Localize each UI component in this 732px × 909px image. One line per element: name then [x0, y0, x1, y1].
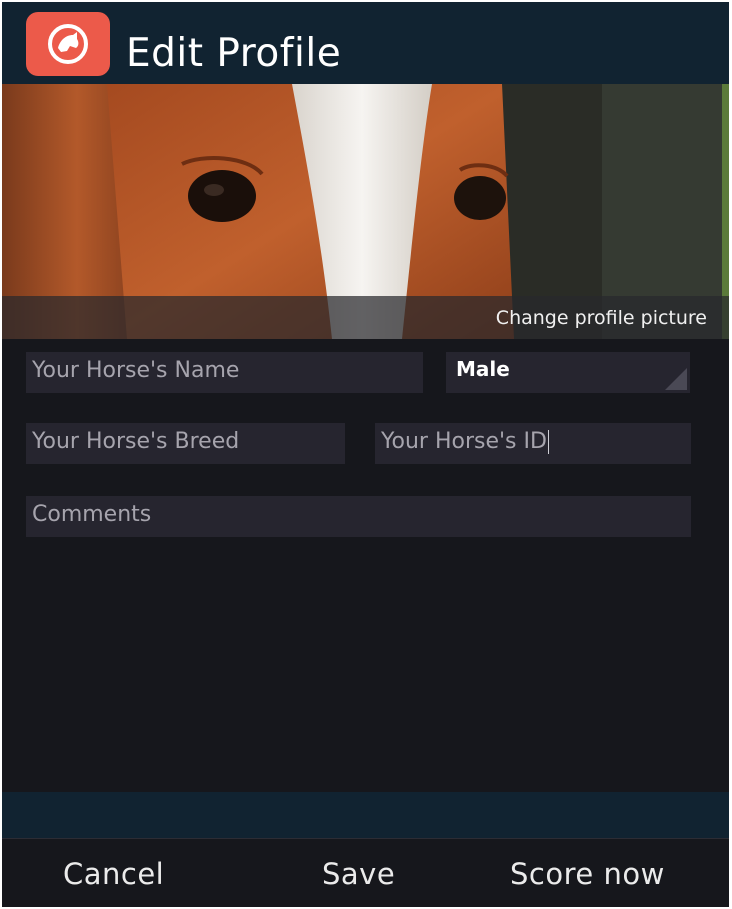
profile-picture[interactable]: Change profile picture: [2, 84, 729, 339]
gender-value: Male: [456, 357, 510, 381]
save-button[interactable]: Save: [322, 857, 395, 891]
horse-head-icon[interactable]: [26, 12, 110, 76]
horse-breed-input[interactable]: Your Horse's Breed: [26, 423, 345, 464]
app-bar: Edit Profile: [2, 2, 729, 84]
cancel-button[interactable]: Cancel: [63, 857, 164, 891]
horse-id-input[interactable]: Your Horse's ID: [375, 423, 691, 464]
action-bar: Cancel Save Score now: [2, 838, 729, 907]
score-now-button[interactable]: Score now: [510, 857, 665, 891]
lower-band: [2, 792, 729, 838]
text-cursor: [547, 430, 549, 454]
change-picture-label[interactable]: Change profile picture: [496, 307, 707, 329]
horse-id-placeholder: Your Horse's ID: [381, 429, 547, 454]
comments-input[interactable]: Comments: [26, 496, 691, 537]
page-title: Edit Profile: [126, 31, 342, 76]
horse-name-input[interactable]: Your Horse's Name: [26, 352, 423, 393]
change-picture-overlay[interactable]: Change profile picture: [2, 296, 729, 339]
dropdown-corner-icon: [665, 368, 687, 390]
gender-select[interactable]: Male: [446, 352, 690, 393]
app-screen: Edit Profile Change profile picture Your…: [2, 2, 729, 907]
